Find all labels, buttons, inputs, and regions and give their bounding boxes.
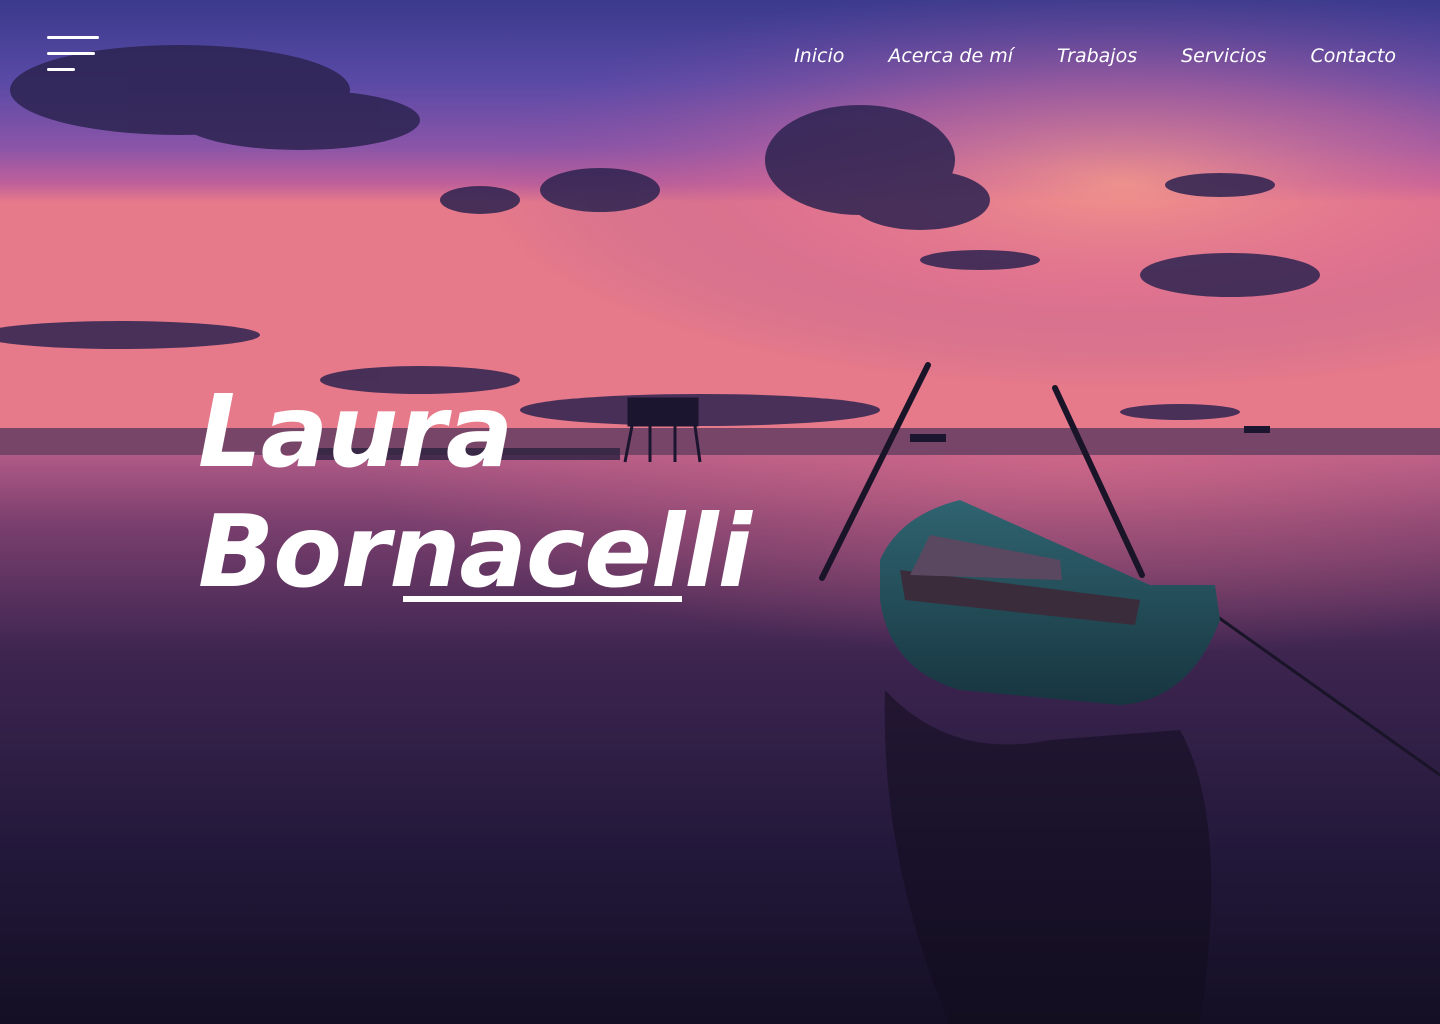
menu-bar-middle	[47, 52, 95, 55]
top-navigation: Inicio Acerca de mí Trabajos Servicios C…	[750, 43, 1396, 69]
nav-link-servicios[interactable]: Servicios	[1181, 43, 1266, 69]
nav-link-trabajos[interactable]: Trabajos	[1057, 43, 1137, 69]
hero-name-heading: Laura Bornacelli	[198, 372, 752, 612]
nav-link-inicio[interactable]: Inicio	[794, 43, 844, 69]
nav-link-acerca[interactable]: Acerca de mí	[888, 43, 1013, 69]
hero-first-name: Laura	[198, 373, 513, 490]
menu-bar-bottom	[47, 68, 75, 71]
hero-section: Inicio Acerca de mí Trabajos Servicios C…	[0, 0, 1440, 1024]
nav-link-contacto[interactable]: Contacto	[1310, 43, 1396, 69]
menu-bar-top	[47, 36, 99, 39]
hero-last-name: Bornacelli	[198, 493, 752, 610]
hero-name-underline	[403, 596, 682, 602]
hamburger-menu-icon[interactable]	[44, 34, 102, 78]
